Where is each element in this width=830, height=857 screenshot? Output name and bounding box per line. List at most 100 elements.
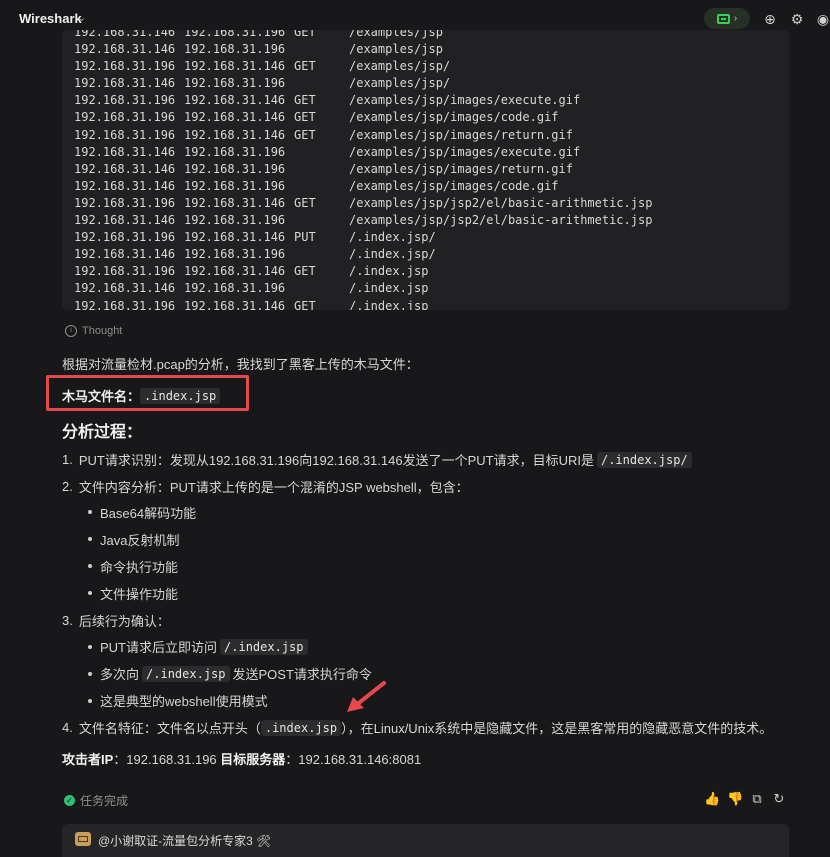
code-src-ip: 192.168.31.146 xyxy=(74,30,176,39)
inline-code: .index.jsp xyxy=(260,719,342,736)
code-uri: /examples/jsp/ xyxy=(349,76,451,91)
step-2: 2. 文件内容分析：PUT请求上传的是一个混淆的JSP webshell，包含： xyxy=(62,477,469,496)
agent-name: @小谢取证-流量包分析专家3 🛠 xyxy=(98,834,272,848)
code-line: 192.168.31.196 192.168.31.146 GET/examples… xyxy=(74,109,652,126)
code-uri: /examples/jsp/images/code.gif xyxy=(349,110,559,125)
bullet xyxy=(88,591,92,595)
code-line: 192.168.31.146 192.168.31.196/examples/js… xyxy=(74,178,652,195)
list-item: 多次向 /.index.jsp 发送POST请求执行命令 xyxy=(100,664,372,683)
code-dst-ip: 192.168.31.146 xyxy=(184,264,286,279)
code-uri: /.index.jsp xyxy=(349,298,429,311)
intro-text: 根据对流量检材.pcap的分析，我找到了黑客上传的木马文件： xyxy=(62,357,419,372)
code-uri: /examples/jsp/jsp2/el/basic-arithmetic.j… xyxy=(349,195,653,210)
code-uri: /.index.jsp/ xyxy=(349,230,436,245)
code-src-ip: 192.168.31.196 xyxy=(74,59,176,74)
code-method: GET xyxy=(294,298,316,311)
trojan-filename: .index.jsp xyxy=(140,387,221,404)
annotation-arrow-icon xyxy=(347,681,386,712)
code-dst-ip: 192.168.31.196 xyxy=(184,144,286,159)
step-3: 3. 后续行为确认： xyxy=(62,611,170,630)
code-uri: /.index.jsp xyxy=(349,264,429,279)
thumbs-down-icon[interactable]: 👎 xyxy=(727,792,743,806)
step-text: PUT请求识别：发现从192.168.31.196向192.168.31.146… xyxy=(78,453,594,468)
code-dst-ip: 192.168.31.196 xyxy=(184,76,286,91)
user-icon[interactable]: ◉ xyxy=(815,11,830,27)
code-src-ip: 192.168.31.196 xyxy=(74,110,176,125)
analysis-heading: 分析过程： xyxy=(62,424,143,441)
thought-label: Thought xyxy=(82,325,123,337)
refresh-icon[interactable]: ↻ xyxy=(772,792,786,806)
code-line: 192.168.31.196 192.168.31.146 GET/examples… xyxy=(74,195,652,212)
code-line: 192.168.31.146 192.168.31.196 /.index.jsp xyxy=(74,280,652,297)
bullet xyxy=(88,564,92,568)
model-chip-icon xyxy=(716,13,730,24)
code-uri: /examples/jsp/images/execute.gif xyxy=(349,144,581,159)
chevron-down-icon[interactable]: ⌄ xyxy=(77,11,86,24)
code-src-ip: 192.168.31.146 xyxy=(74,144,176,159)
code-line: 192.168.31.146 192.168.31.196 GET/examples… xyxy=(74,30,652,41)
inline-code: /.index.jsp/ xyxy=(596,451,692,468)
code-src-ip: 192.168.31.196 xyxy=(74,264,176,279)
step-1: 1. PUT请求识别：发现从192.168.31.196向192.168.31.… xyxy=(62,450,692,469)
code-dst-ip: 192.168.31.196 xyxy=(184,161,286,176)
add-chat-icon[interactable]: ⊕ xyxy=(762,11,778,27)
code-src-ip: 192.168.31.196 xyxy=(74,195,176,210)
code-dst-ip: 192.168.31.196 xyxy=(184,213,286,228)
code-dst-ip: 192.168.31.146 xyxy=(184,195,286,210)
step-text: 后续行为确认： xyxy=(78,614,170,629)
code-dst-ip: 192.168.31.196 xyxy=(184,30,286,39)
bullet xyxy=(88,510,92,514)
code-uri: /examples/jsp/ xyxy=(349,59,451,74)
code-line: 192.168.31.146 192.168.31.196/examples/js… xyxy=(74,144,652,161)
code-uri: /examples/jsp/images/return.gif xyxy=(349,161,573,176)
code-src-ip: 192.168.31.146 xyxy=(74,247,176,262)
code-src-ip: 192.168.31.196 xyxy=(74,298,176,311)
bullet xyxy=(88,699,92,703)
list-item-text: 多次向 xyxy=(100,667,140,682)
gear-icon[interactable]: ⚙ xyxy=(789,11,805,27)
code-line: 192.168.31.146 192.168.31.196/examples/js… xyxy=(74,212,652,229)
code-src-ip: 192.168.31.146 xyxy=(74,161,176,176)
inline-code: /.index.jsp xyxy=(142,665,230,682)
chevron-right-icon: › xyxy=(733,13,738,24)
code-method: PUT xyxy=(294,230,316,245)
code-method: GET xyxy=(294,195,316,210)
agent-bar[interactable]: @小谢取证-流量包分析专家3 🛠 xyxy=(62,824,789,857)
code-output-panel[interactable]: 192.168.31.146 192.168.31.196 GET/examples… xyxy=(62,30,789,310)
status-text: 任务完成 xyxy=(80,794,129,808)
attacker-info: 攻击者IP：192.168.31.196 目标服务器：192.168.31.14… xyxy=(62,749,421,768)
attacker-ip: ：192.168.31.196 xyxy=(113,752,221,767)
server-label: 目标服务器 xyxy=(220,752,286,767)
code-line: 192.168.31.146 192.168.31.196/examples/js… xyxy=(74,41,652,58)
list-item-text: PUT请求后立即访问 xyxy=(100,640,218,655)
code-src-ip: 192.168.31.196 xyxy=(74,127,176,142)
code-uri: /.index.jsp xyxy=(349,281,429,296)
thought-toggle[interactable]: i Thought xyxy=(65,325,122,337)
code-uri: /examples/jsp/images/execute.gif xyxy=(349,93,581,108)
code-uri: /examples/jsp/jsp2/el/basic-arithmetic.j… xyxy=(349,213,653,228)
code-src-ip: 192.168.31.146 xyxy=(74,42,176,57)
task-status: ✓ 任务完成 xyxy=(64,792,128,809)
server-address: ：192.168.31.146:8081 xyxy=(285,752,422,767)
code-uri: /examples/jsp/images/return.gif xyxy=(349,127,573,142)
thumbs-up-icon[interactable]: 👍 xyxy=(704,792,720,806)
code-src-ip: 192.168.31.196 xyxy=(74,230,176,245)
code-dst-ip: 192.168.31.196 xyxy=(184,281,286,296)
bullet xyxy=(88,645,92,649)
model-selector[interactable]: › xyxy=(704,8,750,29)
code-method: GET xyxy=(294,264,316,279)
step-number: 2. xyxy=(62,479,73,494)
code-method: GET xyxy=(294,93,316,108)
copy-icon[interactable]: ⧉ xyxy=(750,792,764,806)
code-lines: 192.168.31.146 192.168.31.196 GET/examples… xyxy=(74,30,652,310)
trojan-filename-line: 木马文件名： .index.jsp xyxy=(62,386,221,405)
code-line: 192.168.31.146 192.168.31.196/examples/js… xyxy=(74,75,652,92)
code-uri: /examples/jsp xyxy=(349,42,443,57)
step-4: 4. 文件名特征：文件名以点开头（ .index.jsp ），在Linux/Un… xyxy=(62,718,772,737)
code-uri: /.index.jsp/ xyxy=(349,247,436,262)
code-src-ip: 192.168.31.146 xyxy=(74,76,176,91)
app-title[interactable]: Wireshark xyxy=(19,11,82,26)
step-text: 文件内容分析：PUT请求上传的是一个混淆的JSP webshell，包含： xyxy=(78,480,469,495)
code-src-ip: 192.168.31.146 xyxy=(74,281,176,296)
code-src-ip: 192.168.31.196 xyxy=(74,93,176,108)
